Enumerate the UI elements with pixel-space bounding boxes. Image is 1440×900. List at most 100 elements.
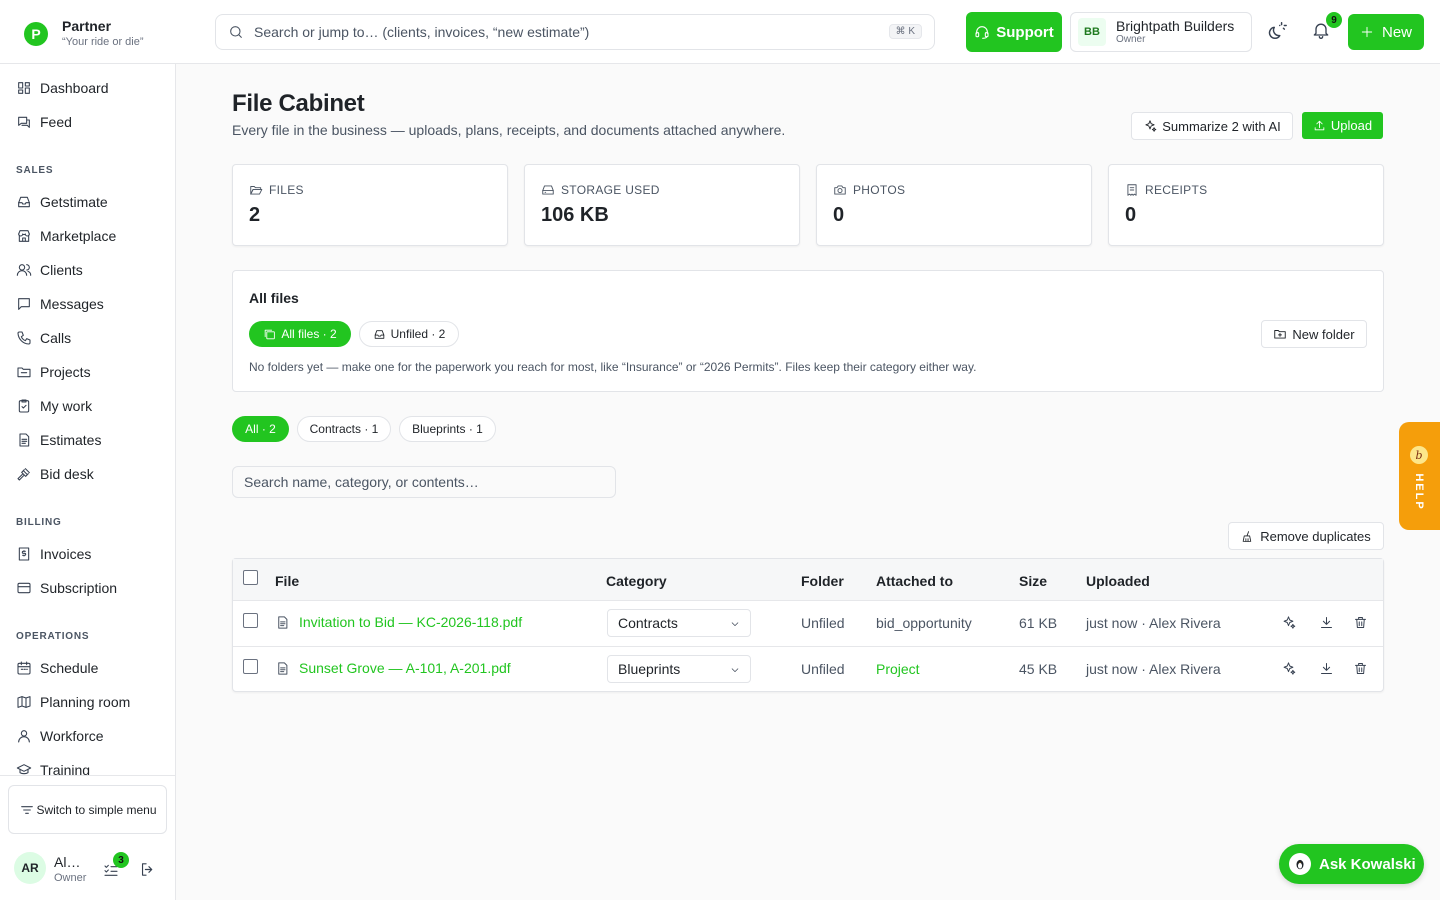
size-cell: 61 KB [1019, 615, 1058, 631]
stat-label: PHOTOS [853, 183, 906, 197]
column-header-uploaded[interactable]: Uploaded [1086, 573, 1150, 589]
category-select[interactable]: Contracts [607, 609, 751, 637]
inbox-icon [18, 196, 30, 208]
sidebar-item-label: Marketplace [40, 228, 117, 244]
stat-label: FILES [269, 183, 304, 197]
help-tab[interactable]: b HELP [1399, 422, 1440, 530]
ask-kowalski-button[interactable]: Ask Kowalski [1279, 844, 1424, 884]
stat-value: 0 [1125, 204, 1137, 226]
logout-icon [141, 863, 153, 876]
upload-icon [1314, 120, 1325, 131]
sidebar-item-label: Calls [40, 330, 72, 346]
files-icon [265, 329, 276, 339]
file-link[interactable]: Sunset Grove — A-101, A-201.pdf [275, 660, 511, 676]
switch-simple-menu-button[interactable]: Switch to simple menu [8, 785, 167, 834]
chevron-down-icon [731, 622, 739, 626]
user-avatar[interactable]: AR [14, 852, 46, 884]
folder-chip-label: All files · 2 [281, 327, 337, 341]
folder-cell: Unfiled [801, 661, 845, 677]
delete-button[interactable] [1353, 615, 1368, 630]
column-header-size[interactable]: Size [1019, 573, 1047, 589]
download-button[interactable] [1319, 661, 1334, 676]
user-role: Owner [54, 872, 87, 884]
filter-chip-blueprints[interactable]: Blueprints · 1 [399, 416, 496, 442]
page-title: File Cabinet [232, 90, 365, 117]
workspace-avatar: BB [1078, 18, 1106, 46]
stat-value: 0 [833, 204, 845, 226]
sidebar-item-clients[interactable]: Clients [16, 260, 83, 280]
penguin-icon [1289, 853, 1311, 875]
sidebar-item-calls[interactable]: Calls [16, 328, 71, 348]
document-icon [19, 433, 30, 447]
file-link[interactable]: Invitation to Bid — KC-2026-118.pdf [275, 614, 522, 630]
row-checkbox[interactable] [243, 659, 258, 674]
filter-chip-contracts[interactable]: Contracts · 1 [297, 416, 391, 442]
upload-label: Upload [1330, 118, 1373, 133]
sidebar-item-feed[interactable]: Feed [16, 112, 72, 132]
workspace-switcher[interactable]: BB Brightpath Builders Owner [1070, 12, 1252, 52]
summarize-file-button[interactable] [1281, 661, 1296, 676]
sidebar-item-my-work[interactable]: My work [16, 396, 92, 416]
sidebar-item-estimates[interactable]: Estimates [16, 430, 101, 450]
sidebar-item-label: Workforce [40, 728, 104, 744]
sidebar-item-label: Feed [40, 114, 72, 130]
attached-to-link[interactable]: Project [876, 661, 920, 677]
sidebar-section-operations: OPERATIONS [16, 631, 90, 642]
table-header: File Category Folder Attached to Size Up… [233, 559, 1383, 601]
stat-label: RECEIPTS [1145, 183, 1208, 197]
sidebar-item-label: Schedule [40, 660, 99, 676]
search-shortcut: ⌘ K [888, 24, 922, 39]
sidebar-item-marketplace[interactable]: Marketplace [16, 226, 116, 246]
chevron-down-icon [731, 668, 739, 672]
workforce-icon [18, 730, 30, 743]
logout-button[interactable] [139, 861, 156, 878]
sparkles-icon [1283, 616, 1296, 629]
column-header-folder[interactable]: Folder [801, 573, 844, 589]
summarize-ai-button[interactable]: Summarize 2 with AI [1131, 112, 1293, 140]
table-row: Sunset Grove — A-101, A-201.pdf Blueprin… [233, 646, 1383, 691]
remove-duplicates-button[interactable]: Remove duplicates [1228, 522, 1384, 550]
row-checkbox[interactable] [243, 613, 258, 628]
sidebar-item-subscription[interactable]: Subscription [16, 578, 117, 598]
file-icon [278, 661, 288, 675]
credit-card-icon [17, 582, 31, 594]
sidebar-item-bid-desk[interactable]: Bid desk [16, 464, 94, 484]
select-all-checkbox[interactable] [243, 570, 258, 585]
new-button[interactable]: New [1348, 14, 1424, 50]
folder-chip-unfiled[interactable]: Unfiled · 2 [359, 321, 459, 347]
support-label: Support [996, 23, 1054, 41]
column-header-file[interactable]: File [275, 573, 299, 589]
brand-logo: P [24, 21, 48, 46]
receipt-icon [1127, 184, 1137, 196]
column-header-attached-to[interactable]: Attached to [876, 573, 953, 589]
new-folder-button[interactable]: New folder [1261, 320, 1367, 348]
stat-value: 2 [249, 204, 261, 226]
folder-open-icon [250, 186, 263, 195]
folder-chip-label: Unfiled · 2 [390, 327, 446, 341]
theme-toggle-button[interactable] [1266, 20, 1288, 42]
sidebar-item-planning-room[interactable]: Planning room [16, 692, 130, 712]
global-search-input[interactable]: Search or jump to… (clients, invoices, “… [215, 14, 935, 50]
file-search-input[interactable]: Search name, category, or contents… [232, 466, 616, 498]
sidebar-item-schedule[interactable]: Schedule [16, 658, 98, 678]
folders-panel: All files All files · 2 Unfiled · 2 New … [232, 270, 1384, 392]
category-select[interactable]: Blueprints [607, 655, 751, 683]
filter-chip-all[interactable]: All · 2 [232, 416, 289, 442]
sidebar: Dashboard Feed SALES Getstimate Marketpl… [0, 64, 176, 900]
folder-plus-icon [1274, 330, 1287, 339]
column-header-category[interactable]: Category [606, 573, 667, 589]
delete-button[interactable] [1353, 661, 1368, 676]
support-button[interactable]: Support [966, 12, 1062, 52]
download-button[interactable] [1319, 615, 1334, 630]
folder-chip-all-files[interactable]: All files · 2 [249, 321, 351, 347]
sidebar-item-getstimate[interactable]: Getstimate [16, 192, 108, 212]
upload-button[interactable]: Upload [1302, 112, 1383, 139]
summarize-file-button[interactable] [1281, 615, 1296, 630]
sidebar-item-dashboard[interactable]: Dashboard [16, 78, 109, 98]
message-icon [18, 298, 30, 310]
sidebar-item-workforce[interactable]: Workforce [16, 726, 104, 746]
sidebar-item-invoices[interactable]: Invoices [16, 544, 91, 564]
sidebar-item-projects[interactable]: Projects [16, 362, 91, 382]
brand[interactable]: P Partner “Your ride or die” [24, 18, 144, 49]
sidebar-item-messages[interactable]: Messages [16, 294, 104, 314]
